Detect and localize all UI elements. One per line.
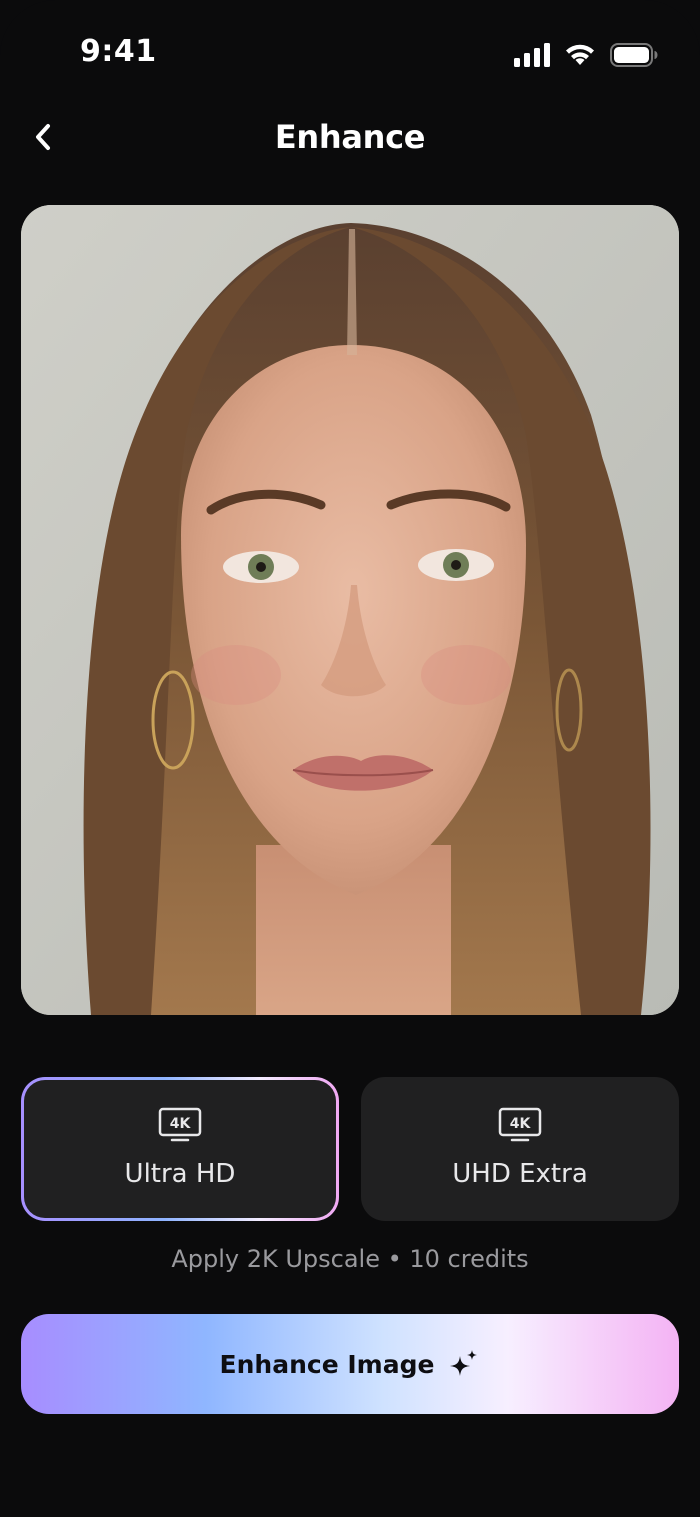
enhance-button-label: Enhance Image	[219, 1349, 435, 1379]
4k-tv-icon: 4K	[158, 1107, 202, 1148]
4k-tv-icon: 4K	[498, 1107, 542, 1148]
4k-icon-text: 4K	[510, 1116, 532, 1132]
option-ultra-hd[interactable]: 4K Ultra HD	[21, 1077, 339, 1221]
portrait-photo	[21, 205, 679, 1015]
enhance-image-button[interactable]: Enhance Image	[21, 1314, 679, 1414]
app-screen: 9:41 Enhance 4K Ultra HD 4K UHD Extra Ap…	[0, 0, 700, 1517]
sparkle-icon	[448, 1348, 480, 1380]
credits-note: Apply 2K Upscale • 10 credits	[171, 1245, 529, 1273]
option-uhd-extra[interactable]: 4K UHD Extra	[361, 1077, 679, 1221]
option-label: UHD Extra	[452, 1159, 588, 1189]
status-icons	[514, 40, 658, 70]
wifi-icon	[564, 43, 596, 67]
option-label: Ultra HD	[124, 1159, 236, 1189]
page-title: Enhance	[274, 118, 426, 156]
4k-icon-text: 4K	[170, 1116, 192, 1132]
status-time: 9:41	[80, 34, 157, 69]
signal-icon	[514, 43, 550, 67]
battery-icon	[610, 43, 658, 67]
